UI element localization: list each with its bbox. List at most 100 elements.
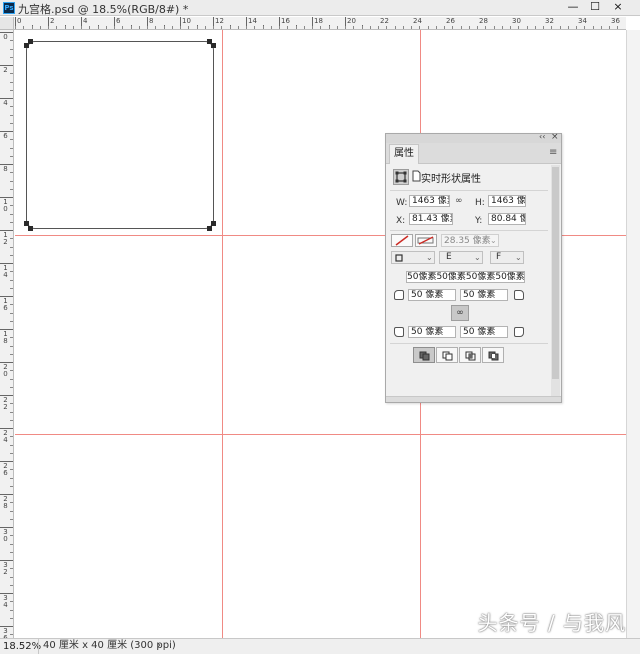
height-field[interactable]: 1463 像素 [488,195,526,207]
ruler-minor-tick [378,26,379,29]
ruler-minor-tick [10,634,13,636]
ruler-minor-tick [10,304,13,306]
ruler-minor-tick [10,89,13,91]
ruler-minor-tick [130,26,132,29]
panel-scrollbar[interactable] [551,165,560,396]
fill-color-button[interactable] [391,234,413,247]
stroke-width-dropdown[interactable]: 28.35 像素 ⌄ [441,234,499,247]
horizontal-guide-2[interactable] [15,434,626,435]
ruler-minor-tick [485,26,487,29]
ruler-tick-label: 12 [3,231,8,246]
panel-collapse-icon[interactable]: ‹‹ [539,132,545,141]
watermark-text: 头条号 / 与我风 [477,611,626,635]
transform-handle-left-top[interactable] [24,43,29,48]
ruler-minor-tick [10,609,13,611]
ruler-minor-tick [435,26,437,29]
chevron-down-icon: ⌄ [426,253,433,262]
ruler-minor-tick [188,26,190,29]
status-menu-arrow-icon[interactable]: › [157,640,161,651]
ruler-minor-tick [460,26,462,29]
document-mask-icon[interactable] [412,170,421,185]
ruler-minor-tick [312,26,313,29]
stroke-align-icon: E [446,252,452,262]
ruler-minor-tick [31,26,33,29]
corner-bottom-right-field[interactable]: 50 像素 [460,326,508,338]
ruler-tick-label: 14 [3,264,8,279]
stroke-type-dropdown[interactable]: ⌄ [391,251,435,264]
panel-menu-icon[interactable]: ≡ [549,147,557,158]
intersect-shapes-button[interactable] [459,347,481,363]
ruler-tick-label: 30 [3,528,8,543]
ruler-minor-tick [64,26,66,29]
transform-handle-bottom-right[interactable] [207,226,212,231]
combine-shapes-button[interactable] [413,347,435,363]
panel-scrollbar-thumb[interactable] [552,167,559,379]
horizontal-ruler[interactable]: 0 2 4 6 8 10 12 14 16 18 20 22 24 26 28 30 32 34 36 [0,17,626,30]
stroke-color-button[interactable] [415,234,437,247]
close-button[interactable]: × [607,0,629,15]
ruler-tick-label: 10 [182,17,191,25]
link-corner-radius-button[interactable]: ∞ [451,305,469,321]
ruler-minor-tick [155,26,157,29]
ruler-tick-label: 18 [314,17,323,25]
separator [390,190,548,191]
corner-top-right-field[interactable]: 50 像素 [460,289,508,301]
zoom-level[interactable]: 18.52% [3,641,41,652]
ruler-minor-tick [336,26,338,29]
panel-close-icon[interactable]: × [551,132,559,142]
corner-top-left-icon [394,290,404,300]
vertical-guide-1[interactable] [222,30,223,638]
ruler-tick-label: 18 [3,330,8,345]
ruler-minor-tick [10,403,13,405]
ruler-minor-tick [10,601,13,603]
corner-top-left-field[interactable]: 50 像素 [408,289,456,301]
y-position-field[interactable]: 80.84 像素 [488,213,526,225]
shape-transform-icon[interactable] [393,169,409,185]
ruler-tick-label: 20 [347,17,356,25]
ruler-minor-tick [81,26,82,29]
ruler-minor-tick [221,26,223,29]
transform-handle-bottom-left[interactable] [28,226,33,231]
ruler-minor-tick [419,26,421,29]
corner-bottom-left-field[interactable]: 50 像素 [408,326,456,338]
document-title-bar: Ps 九宫格.psd @ 18.5%(RGB/8#) * — ☐ × [0,0,640,16]
ruler-minor-tick [600,26,602,29]
ruler-minor-tick [10,419,13,421]
maximize-button[interactable]: ☐ [584,0,606,15]
document-title: 九宫格.psd @ 18.5%(RGB/8#) * [18,3,189,16]
ruler-minor-tick [10,543,13,545]
height-label: H: [475,198,485,208]
ruler-minor-tick [10,56,13,58]
tab-properties[interactable]: 属性 [389,144,419,164]
properties-panel[interactable]: ‹‹ × 属性 ≡ 实时形状属性 W: 1463 像素 ∞ H: 1463 像素… [385,132,562,403]
ruler-minor-tick [10,312,13,314]
ruler-minor-tick [444,26,445,29]
ruler-tick-label: 6 [3,132,8,140]
chevron-down-icon: ⌄ [515,253,522,262]
ruler-origin-corner[interactable] [0,17,14,30]
panel-resize-grip[interactable] [386,396,561,402]
corner-radius-summary-field[interactable]: 50像素50像素50像素50像素 [406,271,525,283]
vertical-ruler[interactable]: 0 2 4 6 8 10 12 14 16 18 20 22 24 26 28 30 32 34 36 [0,30,14,638]
corner-bottom-left-icon [394,327,404,337]
exclude-overlap-button[interactable] [482,347,504,363]
ruler-minor-tick [171,26,173,29]
x-position-field[interactable]: 81.43 像素 [409,213,453,225]
ruler-tick-label: 34 [578,17,587,25]
width-field[interactable]: 1463 像素 [409,195,450,207]
ruler-minor-tick [10,147,13,149]
minimize-button[interactable]: — [562,0,584,15]
ruler-minor-tick [10,106,13,108]
ruler-tick-label: 28 [479,17,488,25]
subtract-shapes-button[interactable] [436,347,458,363]
panel-header-bar[interactable]: ‹‹ × [386,132,561,143]
ruler-tick-label: 4 [3,99,8,107]
canvas-vertical-scrollbar[interactable] [626,30,640,638]
ruler-minor-tick [526,26,528,29]
transform-handle-right-top[interactable] [211,43,216,48]
rounded-rectangle-shape[interactable] [26,41,214,229]
stroke-corners-dropdown[interactable]: F ⌄ [490,251,524,264]
link-dimensions-icon[interactable]: ∞ [455,196,463,206]
ruler-minor-tick [138,26,140,29]
stroke-align-dropdown[interactable]: E ⌄ [439,251,483,264]
